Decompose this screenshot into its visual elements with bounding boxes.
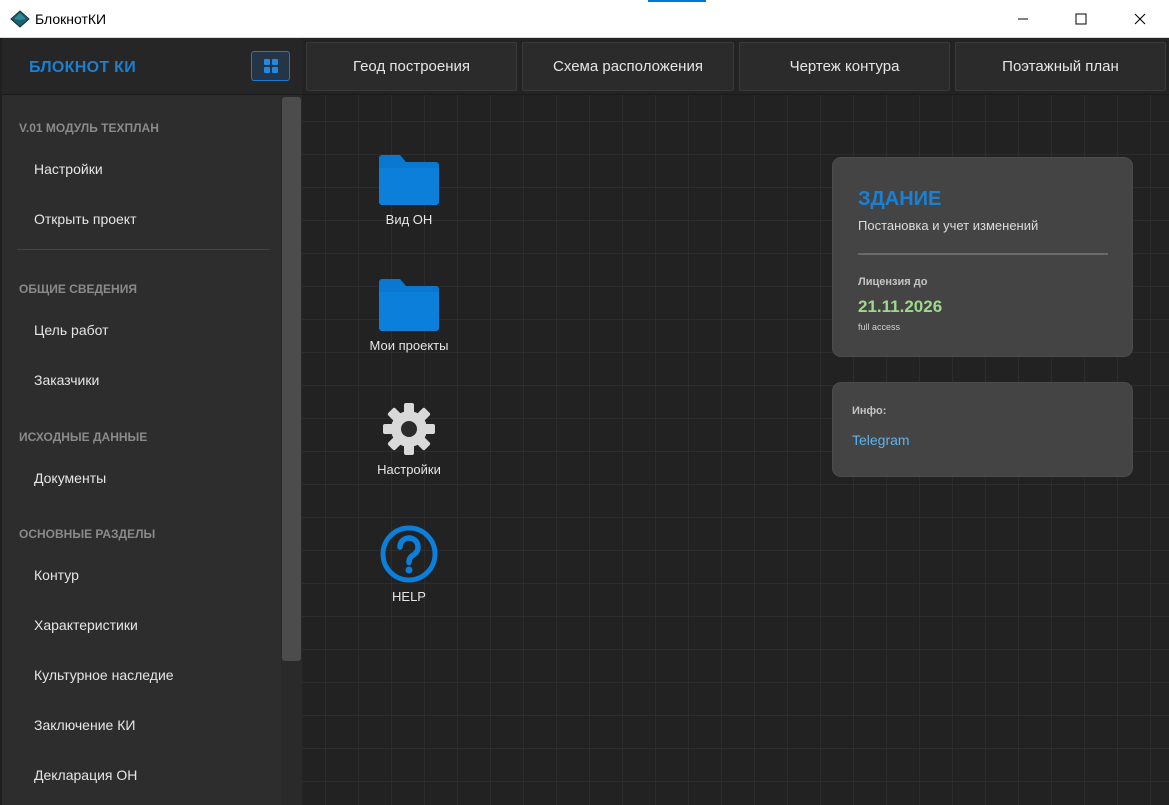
sidebar-scrollbar[interactable] bbox=[281, 95, 302, 805]
window-title: БлокнотКИ bbox=[35, 11, 107, 27]
section-header-general: ОБЩИЕ СВЕДЕНИЯ bbox=[19, 282, 137, 296]
minimize-icon bbox=[1018, 18, 1028, 20]
desktop-icon-label: Вид ОН bbox=[385, 212, 433, 227]
scrollbar-thumb[interactable] bbox=[282, 97, 301, 661]
sidebar-item-declaration[interactable]: Декларация ОН bbox=[18, 755, 280, 795]
sidebar-item-conclusion[interactable]: Заключение КИ bbox=[18, 705, 280, 745]
tab-floor-plan[interactable]: Поэтажный план bbox=[955, 42, 1166, 91]
desktop-icon-settings[interactable]: Настройки bbox=[354, 402, 464, 477]
tab-contour-drawing[interactable]: Чертеж контура bbox=[739, 42, 950, 91]
workspace-canvas: Вид ОН Мои проекты Настройки HELP ЗДАНИЕ… bbox=[302, 95, 1169, 805]
sidebar-item-goal[interactable]: Цель работ bbox=[18, 310, 280, 350]
desktop-icon-label: HELP bbox=[392, 589, 426, 604]
folder-icon bbox=[379, 155, 439, 205]
sidebar-item-open-project[interactable]: Открыть проект bbox=[18, 199, 280, 239]
access-level: full access bbox=[858, 322, 901, 332]
info-label: Инфо: bbox=[852, 405, 887, 417]
title-bar: БлокнотКИ bbox=[0, 0, 1169, 38]
section-header-techplan: V.01 МОДУЛЬ ТЕХПЛАН bbox=[19, 121, 159, 135]
grid-icon bbox=[263, 59, 278, 73]
desktop-icon-label: Мои проекты bbox=[369, 338, 449, 353]
folder-icon bbox=[379, 279, 439, 331]
card-title: ЗДАНИЕ bbox=[858, 188, 942, 210]
tab-geod-construction[interactable]: Геод построения bbox=[306, 42, 517, 91]
title-accent-line bbox=[648, 0, 706, 2]
sidebar-brand: БЛОКНОТ КИ bbox=[2, 38, 302, 95]
sidebar-item-characteristics[interactable]: Характеристики bbox=[18, 605, 280, 645]
close-icon bbox=[1134, 13, 1146, 25]
help-icon bbox=[380, 525, 438, 583]
card-divider bbox=[858, 253, 1108, 255]
desktop-icon-label: Настройки bbox=[377, 462, 441, 477]
info-card: Инфо: Telegram bbox=[832, 382, 1133, 477]
gear-icon bbox=[383, 403, 435, 455]
sidebar-item-documents[interactable]: Документы bbox=[18, 458, 280, 498]
building-info-card: ЗДАНИЕ Постановка и учет изменений Лицен… bbox=[832, 157, 1133, 357]
section-header-main-sections: ОСНОВНЫЕ РАЗДЕЛЫ bbox=[19, 527, 156, 541]
tab-layout-scheme[interactable]: Схема расположения bbox=[522, 42, 734, 91]
maximize-icon bbox=[1075, 13, 1087, 25]
license-label: Лицензия до bbox=[858, 276, 928, 288]
top-tab-bar: Геод построения Схема расположения Черте… bbox=[302, 38, 1169, 95]
section-header-source-data: ИСХОДНЫЕ ДАННЫЕ bbox=[19, 430, 148, 444]
sidebar-item-customers[interactable]: Заказчики bbox=[18, 360, 280, 400]
sidebar-divider bbox=[17, 249, 270, 250]
desktop-icon-help[interactable]: HELP bbox=[354, 525, 464, 604]
minimize-button[interactable] bbox=[994, 0, 1052, 38]
desktop-icon-view-on[interactable]: Вид ОН bbox=[354, 154, 464, 227]
app-logo-icon bbox=[10, 10, 30, 28]
sidebar-item-contour[interactable]: Контур bbox=[18, 555, 280, 595]
telegram-link[interactable]: Telegram bbox=[852, 432, 910, 448]
desktop-icon-my-projects[interactable]: Мои проекты bbox=[354, 278, 464, 353]
maximize-button[interactable] bbox=[1052, 0, 1110, 38]
card-subtitle: Постановка и учет изменений bbox=[858, 218, 1039, 233]
sidebar: БЛОКНОТ КИ V.01 МОДУЛЬ ТЕХПЛАН Настройки… bbox=[0, 38, 302, 805]
grid-toggle-button[interactable] bbox=[251, 51, 290, 81]
license-date: 21.11.2026 bbox=[858, 297, 943, 316]
sidebar-item-cultural-heritage[interactable]: Культурное наследие bbox=[18, 655, 280, 695]
brand-title: БЛОКНОТ КИ bbox=[29, 59, 137, 76]
close-button[interactable] bbox=[1111, 0, 1169, 38]
sidebar-item-settings[interactable]: Настройки bbox=[18, 149, 280, 189]
